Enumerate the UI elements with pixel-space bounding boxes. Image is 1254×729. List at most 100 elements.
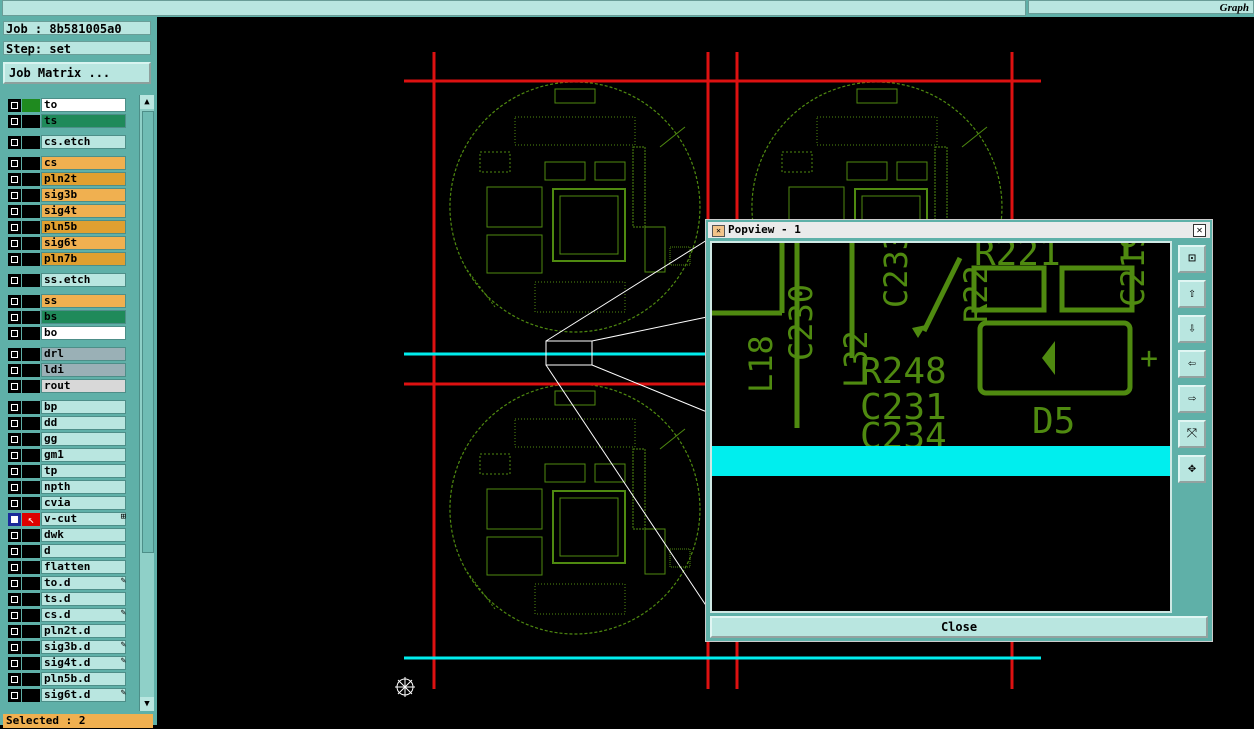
layer-row[interactable]: rout	[8, 379, 128, 393]
layer-row[interactable]: bp	[8, 400, 128, 414]
layer-row[interactable]: sig6t	[8, 236, 128, 250]
popview-canvas[interactable]: R221 C233 R22 C230 L18 L32 R248 C231 C23…	[710, 241, 1172, 613]
layer-row[interactable]: dwk	[8, 528, 128, 542]
layer-row[interactable]: sig4t	[8, 204, 128, 218]
layer-name[interactable]: pln5b	[41, 220, 126, 234]
layer-checkbox[interactable]	[8, 401, 21, 414]
layer-name[interactable]: to.d	[41, 576, 126, 590]
layer-swatch[interactable]	[22, 274, 40, 287]
layer-row[interactable]: ss.etch	[8, 273, 128, 287]
layer-checkbox[interactable]	[8, 205, 21, 218]
layer-name[interactable]: sig6t	[41, 236, 126, 250]
layer-checkbox[interactable]	[8, 449, 21, 462]
layer-row[interactable]: bs	[8, 310, 128, 324]
layer-swatch[interactable]	[22, 625, 40, 638]
layer-row[interactable]: sig3b.d ✎	[8, 640, 128, 654]
layer-swatch[interactable]	[22, 417, 40, 430]
layer-row[interactable]: cs	[8, 156, 128, 170]
layer-row[interactable]: flatten	[8, 560, 128, 574]
layer-name[interactable]: cs.etch	[41, 135, 126, 149]
layer-swatch[interactable]	[22, 609, 40, 622]
layer-row[interactable]: ts	[8, 114, 128, 128]
layer-name[interactable]: sig3b	[41, 188, 126, 202]
layer-name[interactable]: sig6t.d	[41, 688, 126, 702]
layer-name[interactable]: gm1	[41, 448, 126, 462]
layer-swatch[interactable]	[22, 311, 40, 324]
layer-name[interactable]: bp	[41, 400, 126, 414]
layer-row[interactable]: cvia	[8, 496, 128, 510]
layer-swatch[interactable]	[22, 221, 40, 234]
layer-row[interactable]: ldi	[8, 363, 128, 377]
layer-name[interactable]: bs	[41, 310, 126, 324]
layer-row[interactable]: cs.d ✎	[8, 608, 128, 622]
layer-swatch[interactable]	[22, 115, 40, 128]
layer-checkbox[interactable]	[8, 99, 21, 112]
layer-name[interactable]: to	[41, 98, 126, 112]
layer-name[interactable]: bo	[41, 326, 126, 340]
layer-checkbox[interactable]	[8, 577, 21, 590]
layer-checkbox[interactable]	[8, 561, 21, 574]
layer-checkbox[interactable]	[8, 513, 21, 526]
layer-row[interactable]: pln2t	[8, 172, 128, 186]
command-field[interactable]	[2, 0, 1026, 16]
layer-swatch[interactable]	[22, 465, 40, 478]
layer-checkbox[interactable]	[8, 295, 21, 308]
layer-name[interactable]: v-cut	[41, 512, 126, 526]
layer-name[interactable]: sig4t	[41, 204, 126, 218]
layer-row[interactable]: to.d ✎	[8, 576, 128, 590]
layer-row[interactable]: sig6t.d ✎	[8, 688, 128, 702]
cursor-arrow-icon[interactable]: ↖	[22, 513, 40, 526]
layer-name[interactable]: drl	[41, 347, 126, 361]
layer-row[interactable]: drl	[8, 347, 128, 361]
layer-checkbox[interactable]	[8, 417, 21, 430]
layer-swatch[interactable]	[22, 529, 40, 542]
layer-swatch[interactable]	[22, 545, 40, 558]
layer-scrollbar[interactable]: ▲ ▼	[139, 95, 154, 711]
layer-name[interactable]: ldi	[41, 363, 126, 377]
layer-name[interactable]: sig3b.d	[41, 640, 126, 654]
layer-row[interactable]: to	[8, 98, 128, 112]
layer-name[interactable]: npth	[41, 480, 126, 494]
layer-swatch[interactable]	[22, 99, 40, 112]
layer-checkbox[interactable]	[8, 221, 21, 234]
zoom-out-icon[interactable]: ✥	[1178, 455, 1206, 483]
layer-name[interactable]: dwk	[41, 528, 126, 542]
layer-swatch[interactable]	[22, 380, 40, 393]
layer-swatch[interactable]	[22, 657, 40, 670]
layer-row[interactable]: d	[8, 544, 128, 558]
layer-swatch[interactable]	[22, 205, 40, 218]
layer-swatch[interactable]	[22, 401, 40, 414]
layer-swatch[interactable]	[22, 327, 40, 340]
layer-checkbox[interactable]	[8, 189, 21, 202]
layer-checkbox[interactable]	[8, 689, 21, 702]
layer-name[interactable]: d	[41, 544, 126, 558]
zoom-fit-icon[interactable]: ⊡	[1178, 245, 1206, 273]
layer-checkbox[interactable]	[8, 136, 21, 149]
layer-name[interactable]: ts.d	[41, 592, 126, 606]
layer-checkbox[interactable]	[8, 497, 21, 510]
popview-titlebar[interactable]: ✕ Popview - 1 ✕	[708, 222, 1210, 238]
layer-checkbox[interactable]	[8, 157, 21, 170]
layer-checkbox[interactable]	[8, 529, 21, 542]
layer-swatch[interactable]	[22, 561, 40, 574]
layer-swatch[interactable]	[22, 237, 40, 250]
pan-right-icon[interactable]: ⇨	[1178, 385, 1206, 413]
pan-up-icon[interactable]: ⇧	[1178, 280, 1206, 308]
layer-row[interactable]: pln5b.d	[8, 672, 128, 686]
layer-swatch[interactable]	[22, 577, 40, 590]
layer-name[interactable]: pln5b.d	[41, 672, 126, 686]
close-button[interactable]: Close	[710, 616, 1208, 638]
layer-swatch[interactable]	[22, 136, 40, 149]
layer-name[interactable]: pln2t	[41, 172, 126, 186]
zoom-in-icon[interactable]: ⤧	[1178, 420, 1206, 448]
layer-checkbox[interactable]	[8, 481, 21, 494]
layer-row[interactable]: bo	[8, 326, 128, 340]
layer-name[interactable]: cvia	[41, 496, 126, 510]
layer-checkbox[interactable]	[8, 364, 21, 377]
layer-name[interactable]: tp	[41, 464, 126, 478]
layer-name[interactable]: dd	[41, 416, 126, 430]
layer-name[interactable]: ts	[41, 114, 126, 128]
layer-checkbox[interactable]	[8, 327, 21, 340]
layer-row[interactable]: dd	[8, 416, 128, 430]
layer-checkbox[interactable]	[8, 673, 21, 686]
